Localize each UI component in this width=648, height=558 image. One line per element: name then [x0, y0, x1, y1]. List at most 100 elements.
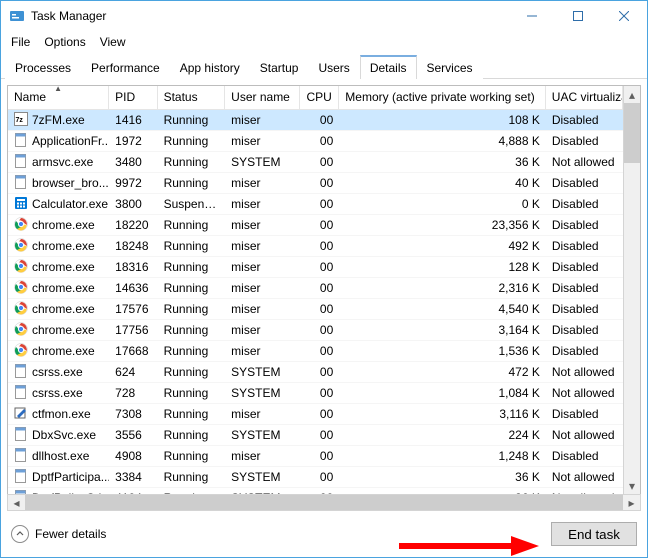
table-row[interactable]: chrome.exe18220Runningmiser0023,356 KDis… [8, 215, 623, 236]
process-pid: 624 [109, 363, 157, 381]
chevron-up-icon [11, 525, 29, 543]
table-row[interactable]: DptfParticipa...3384RunningSYSTEM0036 KN… [8, 467, 623, 488]
process-memory: 1,536 K [339, 342, 546, 360]
tab-services[interactable]: Services [417, 56, 483, 79]
process-pid: 3556 [109, 426, 157, 444]
vertical-scrollbar[interactable]: ▴ ▾ [623, 86, 640, 494]
process-status: Running [158, 279, 226, 297]
process-pid: 18248 [109, 237, 157, 255]
process-status: Running [158, 237, 226, 255]
process-status: Suspended [158, 195, 226, 213]
close-button[interactable] [601, 1, 647, 31]
header-cpu[interactable]: CPU [300, 86, 339, 109]
scroll-down-icon[interactable]: ▾ [624, 477, 640, 494]
process-user: miser [225, 447, 300, 465]
minimize-button[interactable] [509, 1, 555, 31]
process-name: chrome.exe [32, 239, 95, 253]
process-icon [14, 364, 28, 381]
table-row[interactable]: Calculator.exe3800Suspendedmiser000 KDis… [8, 194, 623, 215]
process-memory: 1,084 K [339, 384, 546, 402]
titlebar[interactable]: Task Manager [1, 1, 647, 31]
process-cpu: 00 [300, 216, 339, 234]
process-pid: 9972 [109, 174, 157, 192]
process-uac: Not allowed [546, 363, 623, 381]
process-memory: 128 K [339, 258, 546, 276]
table-row[interactable]: browser_bro...9972Runningmiser0040 KDisa… [8, 173, 623, 194]
table-row[interactable]: csrss.exe728RunningSYSTEM001,084 KNot al… [8, 383, 623, 404]
end-task-button[interactable]: End task [551, 522, 637, 546]
table-row[interactable]: ApplicationFr...1972Runningmiser004,888 … [8, 131, 623, 152]
table-row[interactable]: dllhost.exe4908Runningmiser001,248 KDisa… [8, 446, 623, 467]
horizontal-scrollbar[interactable]: ◂ ▸ [7, 494, 641, 511]
process-icon [14, 343, 28, 360]
scroll-thumb[interactable] [624, 103, 640, 163]
process-name: browser_bro... [32, 176, 109, 190]
header-status[interactable]: Status [158, 86, 226, 109]
process-memory: 472 K [339, 363, 546, 381]
process-memory: 224 K [339, 426, 546, 444]
header-pid[interactable]: PID [109, 86, 157, 109]
scroll-right-icon[interactable]: ▸ [623, 495, 640, 510]
process-uac: Disabled [546, 111, 623, 129]
process-status: Running [158, 132, 226, 150]
process-memory: 4,888 K [339, 132, 546, 150]
table-row[interactable]: DbxSvc.exe3556RunningSYSTEM00224 KNot al… [8, 425, 623, 446]
process-cpu: 00 [300, 363, 339, 381]
process-pid: 3480 [109, 153, 157, 171]
table-row[interactable]: csrss.exe624RunningSYSTEM00472 KNot allo… [8, 362, 623, 383]
scroll-up-icon[interactable]: ▴ [624, 86, 640, 103]
table-row[interactable]: ctfmon.exe7308Runningmiser003,116 KDisab… [8, 404, 623, 425]
process-user: SYSTEM [225, 363, 300, 381]
process-uac: Disabled [546, 258, 623, 276]
process-status: Running [158, 468, 226, 486]
process-cpu: 00 [300, 132, 339, 150]
annotation-arrow-icon [399, 536, 539, 556]
table-row[interactable]: armsvc.exe3480RunningSYSTEM0036 KNot all… [8, 152, 623, 173]
fewer-details-toggle[interactable]: Fewer details [11, 525, 106, 543]
process-pid: 3800 [109, 195, 157, 213]
process-uac: Disabled [546, 216, 623, 234]
content-area: ▲Name PID Status User name CPU Memory (a… [1, 79, 647, 511]
table-row[interactable]: chrome.exe17576Runningmiser004,540 KDisa… [8, 299, 623, 320]
process-icon [14, 280, 28, 297]
table-row[interactable]: 7z7zFM.exe1416Runningmiser00108 KDisable… [8, 110, 623, 131]
process-memory: 3,164 K [339, 321, 546, 339]
header-uac[interactable]: UAC virtualization [546, 86, 623, 109]
maximize-button[interactable] [555, 1, 601, 31]
process-status: Running [158, 384, 226, 402]
table-row[interactable]: chrome.exe17756Runningmiser003,164 KDisa… [8, 320, 623, 341]
table-row[interactable]: chrome.exe18248Runningmiser00492 KDisabl… [8, 236, 623, 257]
tab-users[interactable]: Users [308, 56, 359, 79]
header-memory[interactable]: Memory (active private working set) [339, 86, 546, 109]
tab-details[interactable]: Details [360, 55, 417, 79]
process-pid: 728 [109, 384, 157, 402]
process-uac: Disabled [546, 132, 623, 150]
header-user[interactable]: User name [225, 86, 300, 109]
process-uac: Not allowed [546, 468, 623, 486]
menu-file[interactable]: File [5, 33, 36, 51]
header-name[interactable]: ▲Name [8, 86, 109, 109]
process-cpu: 00 [300, 279, 339, 297]
process-cpu: 00 [300, 300, 339, 318]
table-row[interactable]: chrome.exe14636Runningmiser002,316 KDisa… [8, 278, 623, 299]
table-row[interactable]: chrome.exe18316Runningmiser00128 KDisabl… [8, 257, 623, 278]
menu-options[interactable]: Options [38, 33, 91, 51]
process-name: chrome.exe [32, 344, 95, 358]
process-status: Running [158, 258, 226, 276]
process-user: SYSTEM [225, 468, 300, 486]
process-icon [14, 133, 28, 150]
hscroll-thumb[interactable] [25, 495, 623, 510]
process-user: miser [225, 174, 300, 192]
tab-performance[interactable]: Performance [81, 56, 170, 79]
process-user: miser [225, 321, 300, 339]
tab-startup[interactable]: Startup [250, 56, 309, 79]
process-uac: Disabled [546, 405, 623, 423]
menu-view[interactable]: View [94, 33, 132, 51]
scroll-left-icon[interactable]: ◂ [8, 495, 25, 510]
tab-processes[interactable]: Processes [5, 56, 81, 79]
tab-app-history[interactable]: App history [170, 56, 250, 79]
table-row[interactable]: chrome.exe17668Runningmiser001,536 KDisa… [8, 341, 623, 362]
process-pid: 1416 [109, 111, 157, 129]
process-uac: Not allowed [546, 426, 623, 444]
process-icon [14, 196, 28, 213]
